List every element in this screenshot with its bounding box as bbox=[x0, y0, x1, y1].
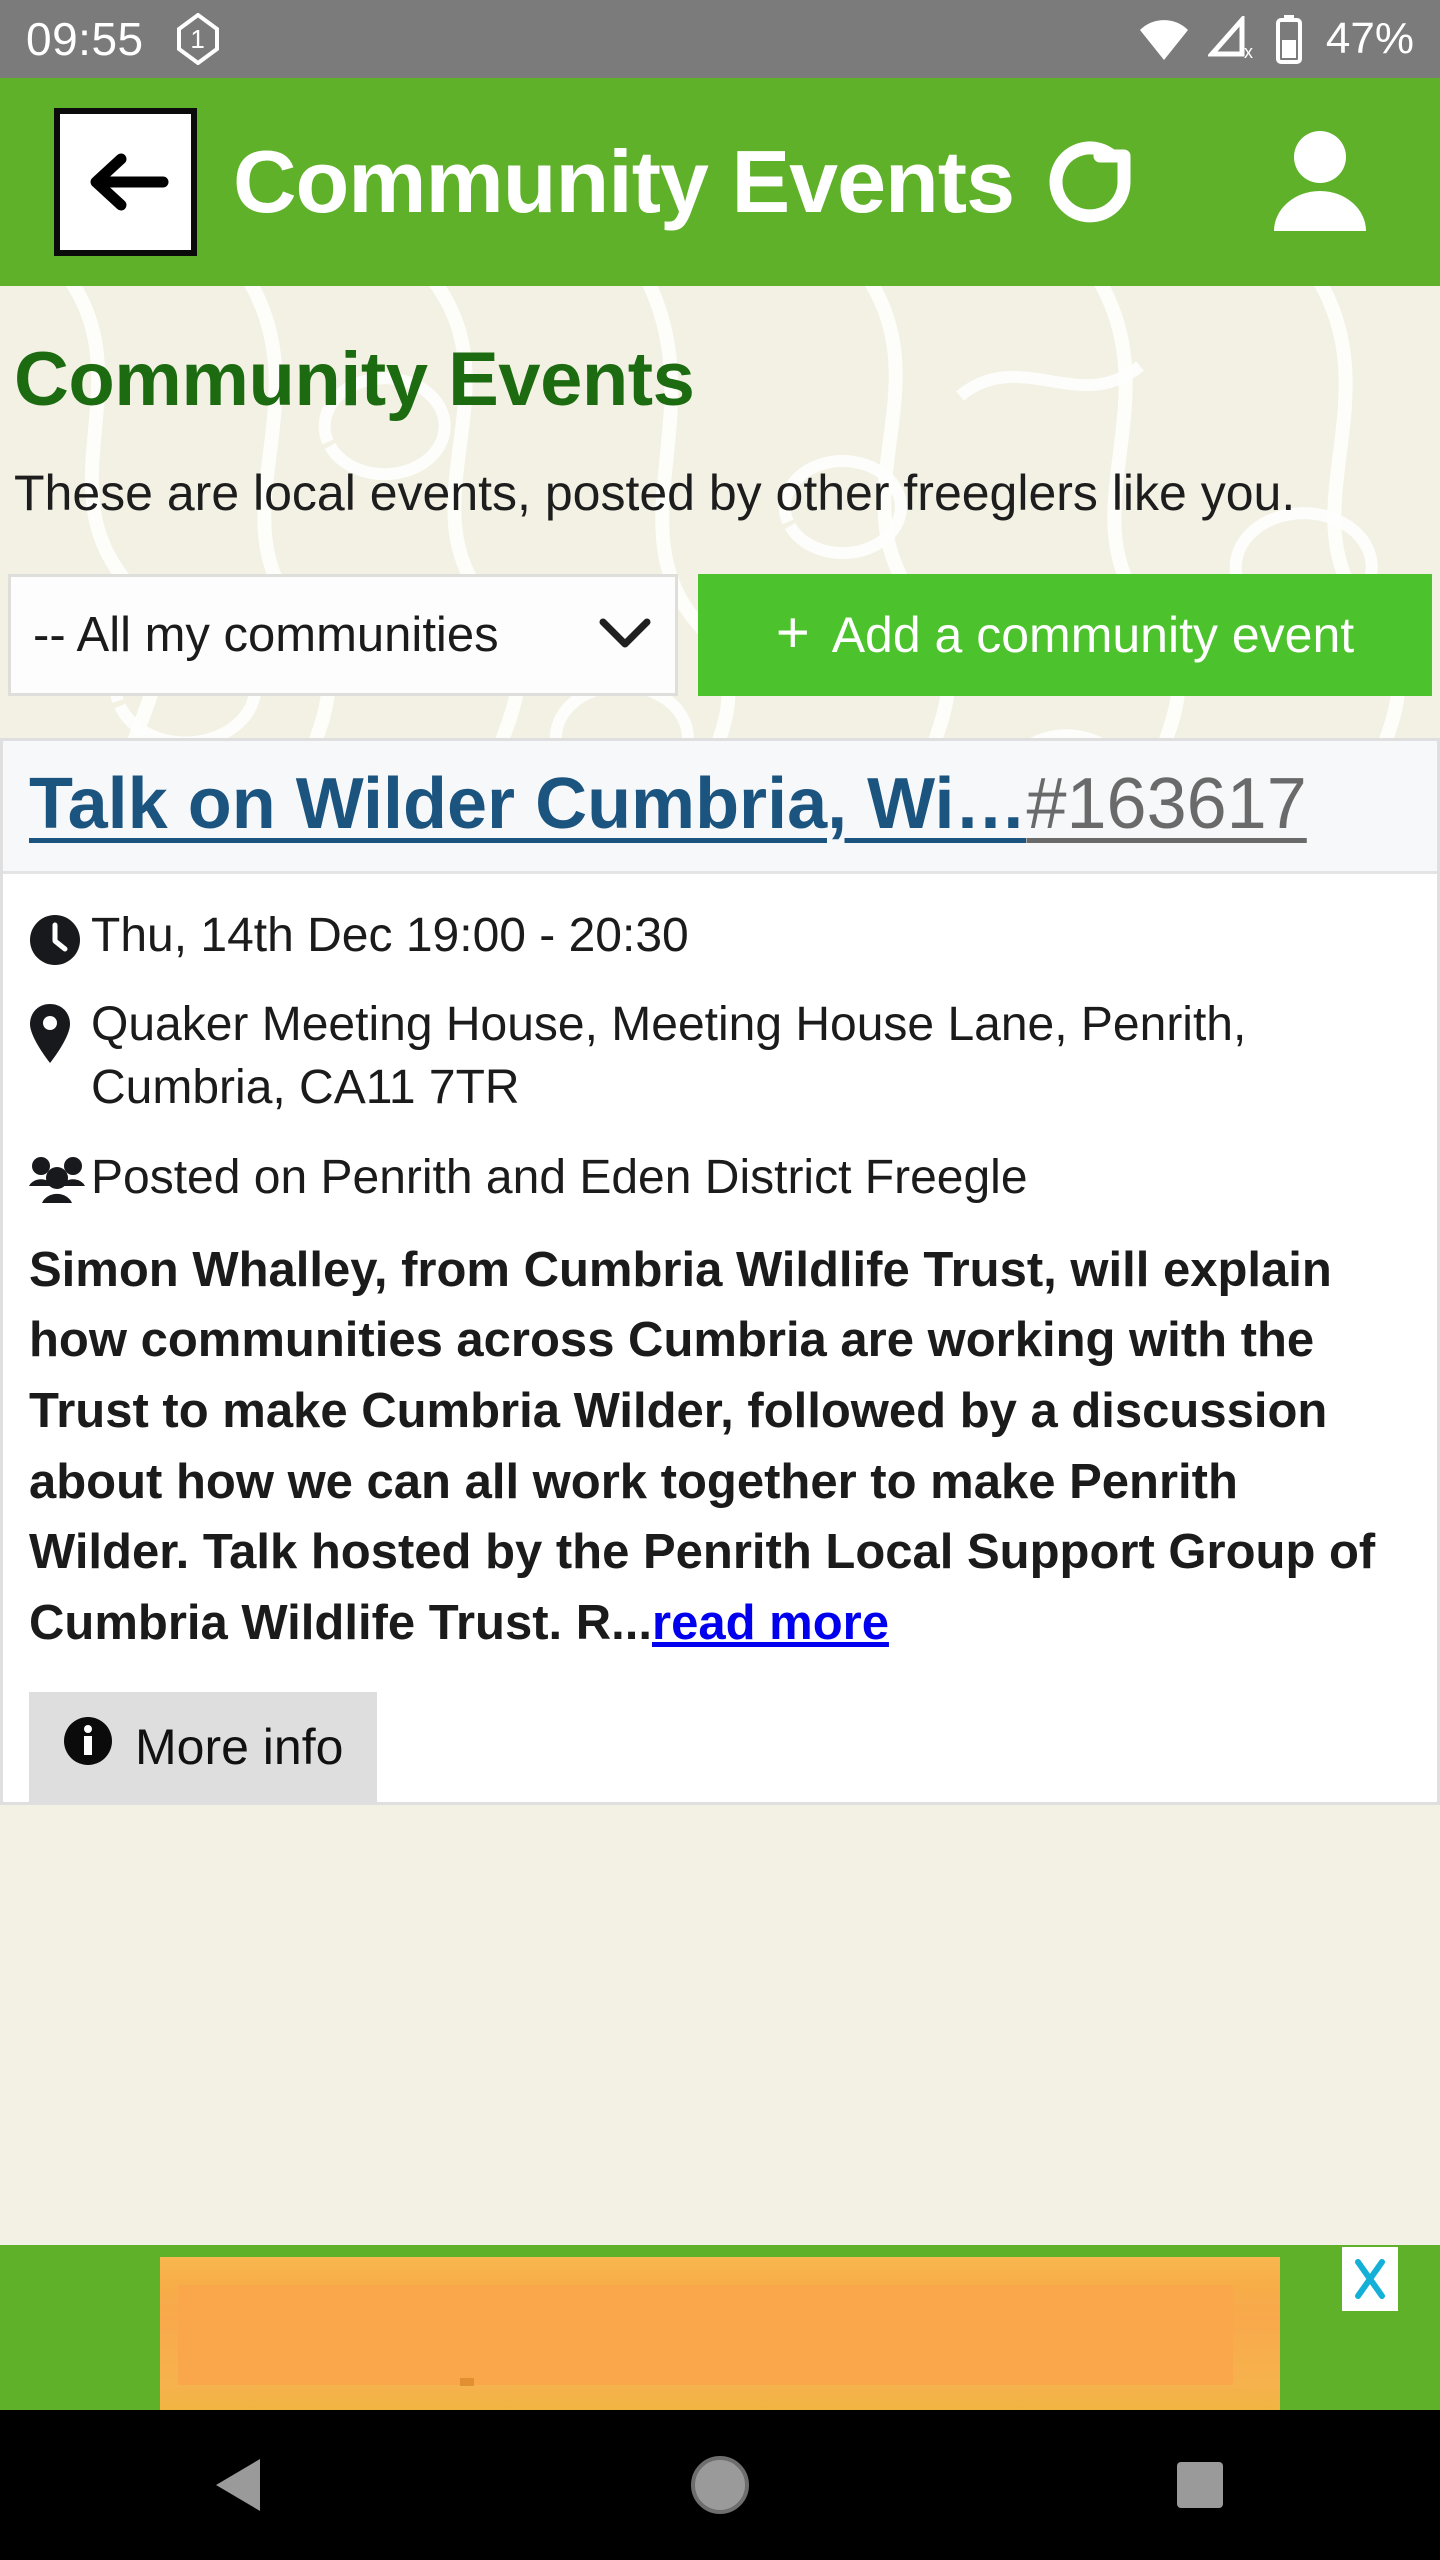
page-description: These are local events, posted by other … bbox=[14, 465, 1296, 521]
app-bar: Community Events bbox=[0, 78, 1440, 286]
event-card: Talk on Wilder Cumbria, Wi… #163617 Thu,… bbox=[0, 737, 1440, 1806]
event-datetime-text: Thu, 14th Dec 19:00 - 20:30 bbox=[91, 908, 689, 962]
app-bar-title: Community Events bbox=[233, 132, 1015, 231]
event-location-text: Quaker Meeting House, Meeting House Lane… bbox=[91, 997, 1247, 1115]
nav-back-button[interactable] bbox=[130, 2410, 350, 2560]
back-button[interactable] bbox=[54, 108, 197, 256]
event-id-link[interactable]: #163617 bbox=[1026, 763, 1306, 845]
event-description: Simon Whalley, from Cumbria Wildlife Tru… bbox=[29, 1235, 1411, 1658]
notification-count-badge: 1 bbox=[176, 13, 219, 65]
info-icon bbox=[63, 1716, 113, 1778]
nav-recents-button[interactable] bbox=[1090, 2410, 1310, 2560]
event-description-text: Simon Whalley, from Cumbria Wildlife Tru… bbox=[29, 1242, 1376, 1650]
profile-button[interactable] bbox=[1268, 127, 1372, 237]
event-card-body: Thu, 14th Dec 19:00 - 20:30 Quaker Meeti… bbox=[3, 874, 1437, 1803]
page-title: Community Events bbox=[14, 337, 695, 422]
page-body: Community Events These are local events,… bbox=[0, 286, 1440, 2410]
ad-creative[interactable] bbox=[160, 2257, 1280, 2410]
no-signal-icon: x bbox=[1207, 16, 1253, 62]
read-more-link[interactable]: read more bbox=[652, 1596, 889, 1650]
circle-home-icon bbox=[691, 2456, 749, 2514]
event-posted-row: Posted on Penrith and Eden District Free… bbox=[29, 1146, 1411, 1209]
event-datetime-row: Thu, 14th Dec 19:00 - 20:30 bbox=[29, 904, 1411, 967]
triangle-back-icon bbox=[216, 2459, 260, 2511]
nav-home-button[interactable] bbox=[610, 2410, 830, 2560]
plus-icon: + bbox=[775, 599, 810, 665]
android-nav-bar bbox=[0, 2410, 1440, 2560]
refresh-icon bbox=[1049, 141, 1131, 223]
profile-icon bbox=[1274, 131, 1366, 231]
group-icon bbox=[29, 1146, 91, 1204]
event-title-link[interactable]: Talk on Wilder Cumbria, Wi… bbox=[29, 763, 1026, 845]
chevron-down-icon bbox=[597, 614, 653, 655]
battery-icon bbox=[1275, 15, 1302, 64]
add-community-event-label: Add a community event bbox=[831, 606, 1355, 663]
page-header: Community Events These are local events,… bbox=[0, 286, 1440, 528]
notification-count-label: 1 bbox=[190, 24, 205, 54]
phone-screen: 09:55 1 x 47% Community Events Community… bbox=[0, 0, 1440, 2560]
clock-icon bbox=[29, 904, 91, 966]
arrow-left-icon bbox=[90, 153, 168, 211]
map-pin-icon bbox=[29, 993, 91, 1065]
controls-row: -- All my communities + Add a community … bbox=[0, 573, 1440, 696]
status-bar-clock: 09:55 bbox=[26, 13, 144, 65]
refresh-button[interactable] bbox=[1040, 130, 1140, 234]
add-community-event-button[interactable]: + Add a community event bbox=[698, 573, 1432, 696]
more-info-button[interactable]: More info bbox=[29, 1692, 378, 1803]
community-select[interactable]: -- All my communities bbox=[8, 573, 678, 696]
wifi-icon bbox=[1139, 20, 1188, 60]
ad-creative-panel bbox=[178, 2285, 1233, 2385]
ad-close-button[interactable] bbox=[1342, 2247, 1398, 2311]
close-icon bbox=[1355, 2259, 1385, 2299]
square-recents-icon bbox=[1177, 2462, 1223, 2508]
status-bar: 09:55 1 x 47% bbox=[0, 0, 1440, 78]
community-select-value: -- All my communities bbox=[33, 607, 499, 662]
ad-banner[interactable] bbox=[0, 2245, 1440, 2410]
battery-percent-label: 47% bbox=[1325, 14, 1414, 63]
more-info-label: More info bbox=[135, 1719, 344, 1776]
event-card-header: Talk on Wilder Cumbria, Wi… #163617 bbox=[3, 740, 1437, 874]
event-location-row: Quaker Meeting House, Meeting House Lane… bbox=[29, 993, 1411, 1120]
svg-text:x: x bbox=[1244, 42, 1253, 62]
event-posted-text: Posted on Penrith and Eden District Free… bbox=[91, 1150, 1028, 1204]
status-bar-indicators: x 47% bbox=[1136, 14, 1414, 64]
ad-creative-mark bbox=[460, 2378, 474, 2386]
